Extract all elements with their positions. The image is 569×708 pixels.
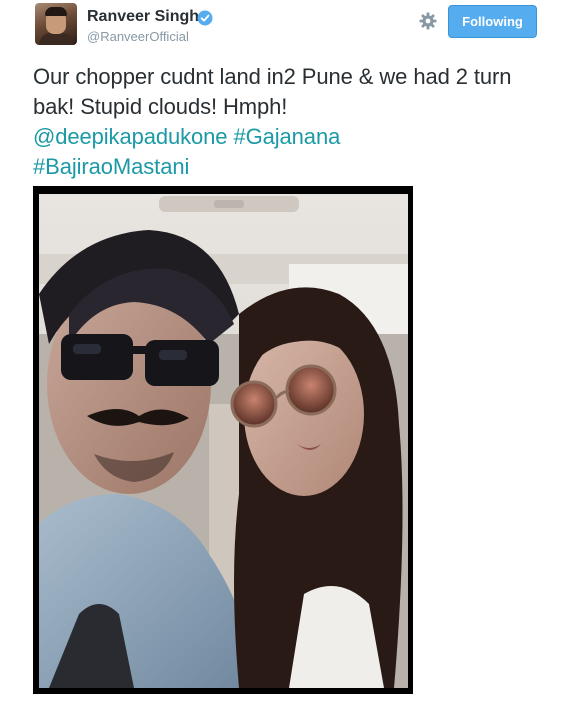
mention-link[interactable]: @deepikapadukone (33, 124, 228, 149)
tweet-text: Our chopper cudnt land in2 Pune & we had… (33, 62, 543, 182)
tweet-body: Our chopper cudnt land in2 Pune & we had… (33, 64, 512, 119)
gear-icon[interactable] (418, 11, 438, 31)
photo-illustration (39, 194, 408, 688)
tweet-photo[interactable] (33, 186, 413, 694)
user-name[interactable]: Ranveer Singh (87, 8, 199, 26)
user-handle[interactable]: @RanveerOfficial (87, 29, 189, 45)
following-button[interactable]: Following (448, 5, 537, 38)
selfie-photo (39, 194, 408, 688)
avatar[interactable] (35, 3, 77, 45)
verified-badge-icon (197, 10, 213, 26)
tweet-header: Ranveer Singh @RanveerOfficial Following (0, 0, 569, 52)
hashtag-link-bajiraomastani[interactable]: #BajiraoMastani (33, 154, 189, 179)
hashtag-link-gajanana[interactable]: #Gajanana (233, 124, 340, 149)
